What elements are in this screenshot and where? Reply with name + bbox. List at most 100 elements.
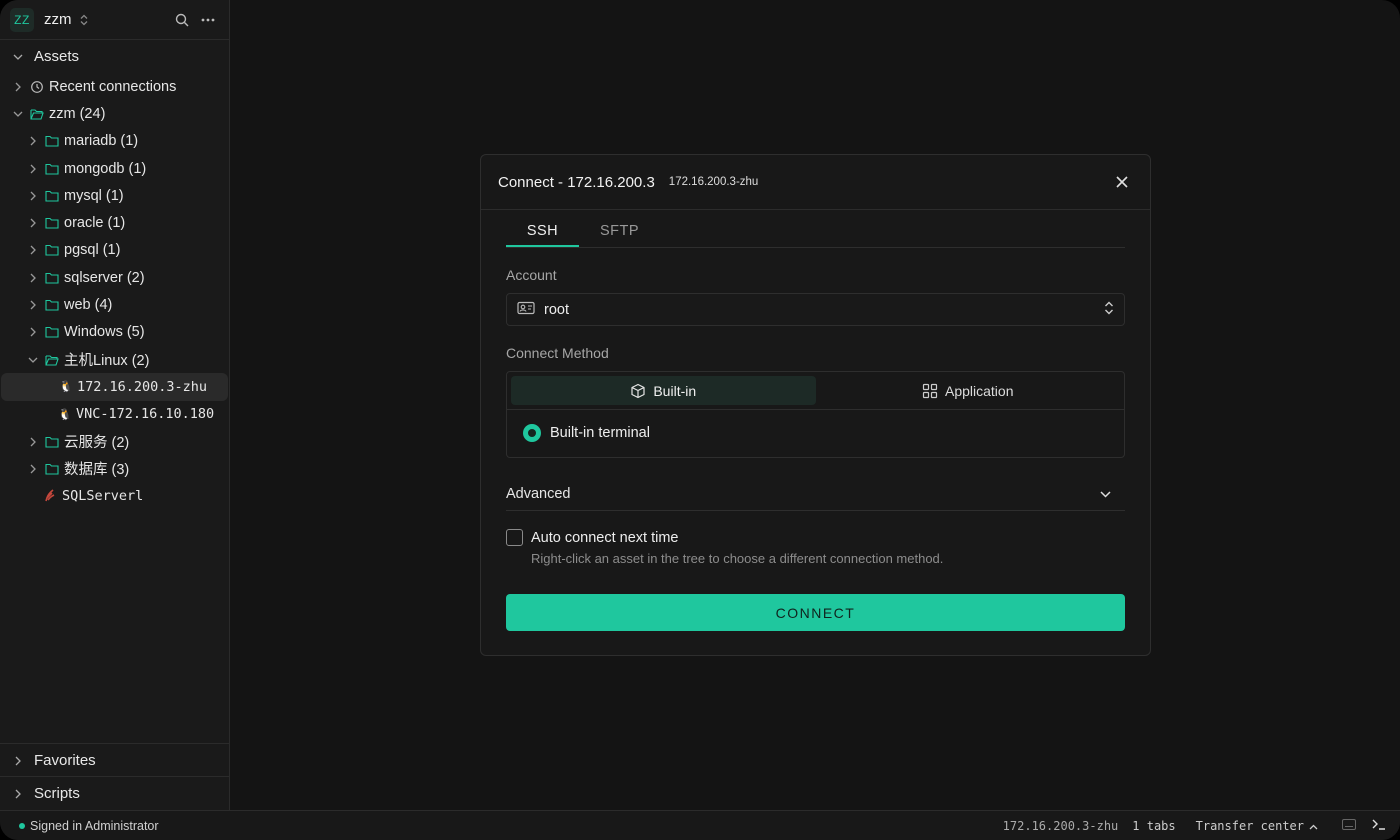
folder-icon bbox=[45, 272, 59, 284]
tree-item-folder[interactable]: mariadb (1) bbox=[0, 128, 229, 155]
chevron-up-icon[interactable] bbox=[1309, 819, 1318, 833]
tree-item-folder[interactable]: oracle (1) bbox=[0, 209, 229, 236]
method-segmented-control: Built-in Application bbox=[507, 372, 1124, 410]
active-host[interactable]: 172.16.200.3-zhu bbox=[1003, 819, 1119, 833]
assets-section-header[interactable]: Assets bbox=[0, 40, 229, 73]
tree-item-folder[interactable]: mysql (1) bbox=[0, 182, 229, 209]
tree-item-folder[interactable]: Windows (5) bbox=[0, 319, 229, 346]
method-application-button[interactable]: Application bbox=[816, 376, 1121, 405]
chevron-right-icon bbox=[27, 326, 39, 338]
dialog-header: Connect - 172.16.200.3 172.16.200.3-zhu bbox=[481, 155, 1150, 210]
id-card-icon bbox=[517, 301, 535, 318]
tree-item-folder[interactable]: web (4) bbox=[0, 291, 229, 318]
transfer-center[interactable]: Transfer center bbox=[1196, 819, 1304, 833]
tree-item-recent[interactable]: Recent connections bbox=[0, 73, 229, 100]
folder-icon bbox=[45, 463, 59, 475]
folder-open-icon bbox=[30, 108, 44, 120]
tree-item-label: 数据库 (3) bbox=[64, 462, 130, 479]
tab-sftp[interactable]: SFTP bbox=[583, 218, 656, 247]
workspace-avatar[interactable]: ZZ bbox=[10, 7, 34, 32]
advanced-toggle[interactable]: Advanced bbox=[506, 477, 1125, 511]
connect-button[interactable]: CONNECT bbox=[506, 594, 1125, 631]
chevron-right-icon bbox=[27, 190, 39, 202]
folder-icon bbox=[45, 436, 59, 448]
terminal-icon[interactable] bbox=[1372, 818, 1386, 833]
tree-item-label: pgsql (1) bbox=[64, 242, 121, 259]
builtin-terminal-option[interactable]: Built-in terminal bbox=[507, 410, 1124, 456]
close-icon[interactable] bbox=[1111, 171, 1133, 193]
connect-method-label: Connect Method bbox=[506, 345, 609, 361]
tree-item-database[interactable]: SQLServerl bbox=[0, 482, 229, 509]
more-icon[interactable] bbox=[197, 9, 219, 31]
favorites-section-header[interactable]: Favorites bbox=[0, 743, 230, 777]
auto-connect-label[interactable]: Auto connect next time bbox=[531, 530, 679, 546]
radio-selected[interactable] bbox=[523, 424, 541, 442]
tree-item-label: 主机Linux (2) bbox=[64, 353, 150, 370]
tree-item-folder[interactable]: mongodb (1) bbox=[0, 155, 229, 182]
sidebar: ZZ zzm Assets Recent connections zzm (24… bbox=[0, 0, 230, 810]
scripts-section-header[interactable]: Scripts bbox=[0, 776, 230, 810]
history-icon bbox=[30, 80, 44, 94]
tree-item-label: zzm (24) bbox=[49, 105, 106, 122]
folder-open-icon bbox=[45, 354, 59, 366]
chevron-right-icon bbox=[27, 272, 39, 284]
method-application-label: Application bbox=[945, 382, 1014, 399]
chevron-updown-icon bbox=[1104, 300, 1114, 319]
folder-icon bbox=[45, 326, 59, 338]
chevron-right-icon bbox=[27, 135, 39, 147]
dialog-subtitle: 172.16.200.3-zhu bbox=[668, 176, 759, 188]
account-value: root bbox=[544, 301, 569, 318]
workspace-header: ZZ zzm bbox=[0, 0, 229, 40]
tree-item-label: sqlserver (2) bbox=[64, 269, 145, 286]
connect-method-box: Built-in Application Built-in terminal bbox=[506, 371, 1125, 458]
auto-connect-hint: Right-click an asset in the tree to choo… bbox=[531, 551, 944, 566]
grid-icon bbox=[922, 383, 938, 398]
workspace-switch-icon[interactable] bbox=[80, 14, 88, 26]
connect-dialog: Connect - 172.16.200.3 172.16.200.3-zhu … bbox=[480, 154, 1151, 656]
tree-item-label: SQLServerl bbox=[62, 488, 144, 505]
chevron-right-icon bbox=[27, 244, 39, 256]
favorites-title: Favorites bbox=[34, 752, 96, 769]
chevron-down-icon bbox=[12, 51, 24, 63]
advanced-label: Advanced bbox=[506, 485, 571, 502]
linux-icon: 🐧 bbox=[58, 408, 72, 421]
assets-title: Assets bbox=[34, 48, 80, 65]
signed-in-status[interactable]: Signed in Administrator bbox=[30, 819, 159, 833]
tree-item-host[interactable]: 🐧 VNC-172.16.10.180 bbox=[0, 401, 229, 428]
auto-connect-checkbox[interactable] bbox=[506, 529, 523, 546]
app-window: ZZ zzm Assets Recent connections zzm (24… bbox=[0, 0, 1400, 840]
chevron-right-icon bbox=[27, 463, 39, 475]
dialog-title: Connect - 172.16.200.3 bbox=[498, 173, 655, 191]
tree-item-folder[interactable]: 云服务 (2) bbox=[0, 428, 229, 455]
chevron-right-icon bbox=[27, 163, 39, 175]
tree-item-folder[interactable]: sqlserver (2) bbox=[0, 264, 229, 291]
folder-icon bbox=[45, 190, 59, 202]
tree-item-label: Recent connections bbox=[49, 78, 177, 95]
tab-ssh[interactable]: SSH bbox=[506, 218, 579, 247]
builtin-terminal-label: Built-in terminal bbox=[550, 425, 650, 441]
tree-item-folder[interactable]: 数据库 (3) bbox=[0, 455, 229, 482]
chevron-right-icon bbox=[27, 436, 39, 448]
tree-item-folder[interactable]: pgsql (1) bbox=[0, 237, 229, 264]
tree-item-folder-expanded[interactable]: 主机Linux (2) bbox=[0, 346, 229, 373]
chevron-right-icon bbox=[12, 755, 24, 767]
linux-icon: 🐧 bbox=[59, 381, 73, 394]
tree-item-host-selected[interactable]: 🐧 172.16.200.3-zhu bbox=[1, 373, 228, 401]
method-builtin-button[interactable]: Built-in bbox=[511, 376, 816, 405]
tree-item-label: 云服务 (2) bbox=[64, 435, 130, 451]
protocol-tabs: SSH SFTP bbox=[506, 218, 1125, 248]
account-select[interactable]: root bbox=[506, 293, 1125, 326]
keyboard-icon[interactable] bbox=[1342, 818, 1356, 833]
online-status-dot bbox=[19, 822, 25, 829]
search-icon[interactable] bbox=[171, 9, 193, 31]
scripts-title: Scripts bbox=[34, 785, 80, 802]
chevron-down-icon bbox=[1100, 486, 1111, 502]
chevron-right-icon bbox=[27, 217, 39, 229]
tree-item-label: VNC-172.16.10.180 bbox=[76, 406, 215, 423]
folder-icon bbox=[45, 135, 59, 147]
tab-count[interactable]: 1 tabs bbox=[1132, 819, 1175, 833]
tree-item-label: mysql (1) bbox=[64, 187, 124, 204]
tree-item-root[interactable]: zzm (24) bbox=[0, 100, 229, 127]
workspace-name[interactable]: zzm bbox=[44, 11, 72, 28]
chevron-down-icon bbox=[27, 354, 39, 366]
